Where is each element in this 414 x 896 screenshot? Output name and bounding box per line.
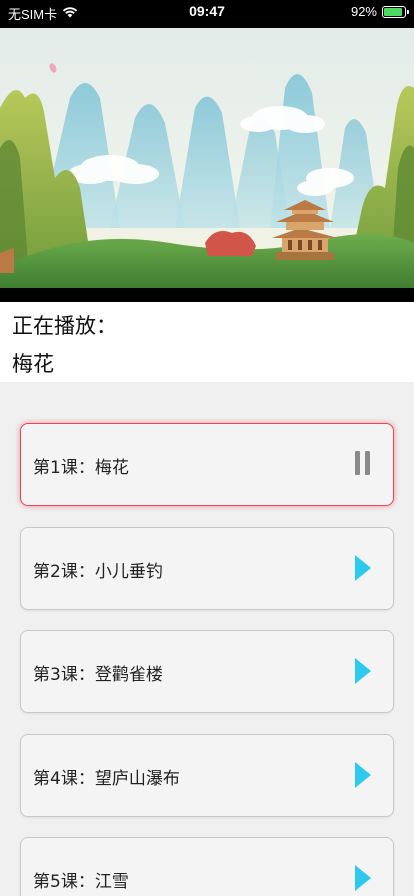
battery-level [384, 7, 403, 16]
play-icon[interactable] [355, 658, 375, 686]
battery-icon [382, 5, 409, 18]
now-playing-title: 梅花 [12, 352, 54, 376]
pause-icon[interactable] [355, 451, 375, 479]
play-icon[interactable] [355, 865, 375, 893]
lesson-title: 第5课：江雪 [33, 872, 129, 892]
now-playing-panel: 正在播放： 梅花 [0, 302, 414, 382]
lesson-title: 第2课：小儿垂钓 [33, 562, 163, 582]
lesson-item-2[interactable]: 第2课：小儿垂钓 [20, 527, 394, 610]
play-icon[interactable] [355, 762, 375, 790]
lesson-item-1[interactable]: 第1课：梅花 [20, 423, 394, 506]
now-playing-label: 正在播放： [12, 314, 117, 338]
status-bar: 无SIM卡 09:47 92% [0, 0, 414, 24]
status-right: 92% [350, 4, 409, 19]
landscape-illustration [0, 28, 414, 288]
lesson-item-5[interactable]: 第5课：江雪 [20, 837, 394, 896]
lesson-item-3[interactable]: 第3课：登鹳雀楼 [20, 630, 394, 713]
lesson-list[interactable]: 第1课：梅花 第2课：小儿垂钓 第3课：登鹳雀楼 第4课：望庐山瀑布 第5课：江… [0, 382, 414, 896]
video-player[interactable] [0, 24, 414, 302]
play-icon[interactable] [355, 555, 375, 583]
lesson-title: 第4课：望庐山瀑布 [33, 769, 180, 789]
lesson-title: 第3课：登鹳雀楼 [33, 665, 163, 685]
battery-percent: 92% [350, 4, 377, 19]
lesson-title: 第1课：梅花 [33, 458, 129, 478]
lesson-item-4[interactable]: 第4课：望庐山瀑布 [20, 734, 394, 817]
